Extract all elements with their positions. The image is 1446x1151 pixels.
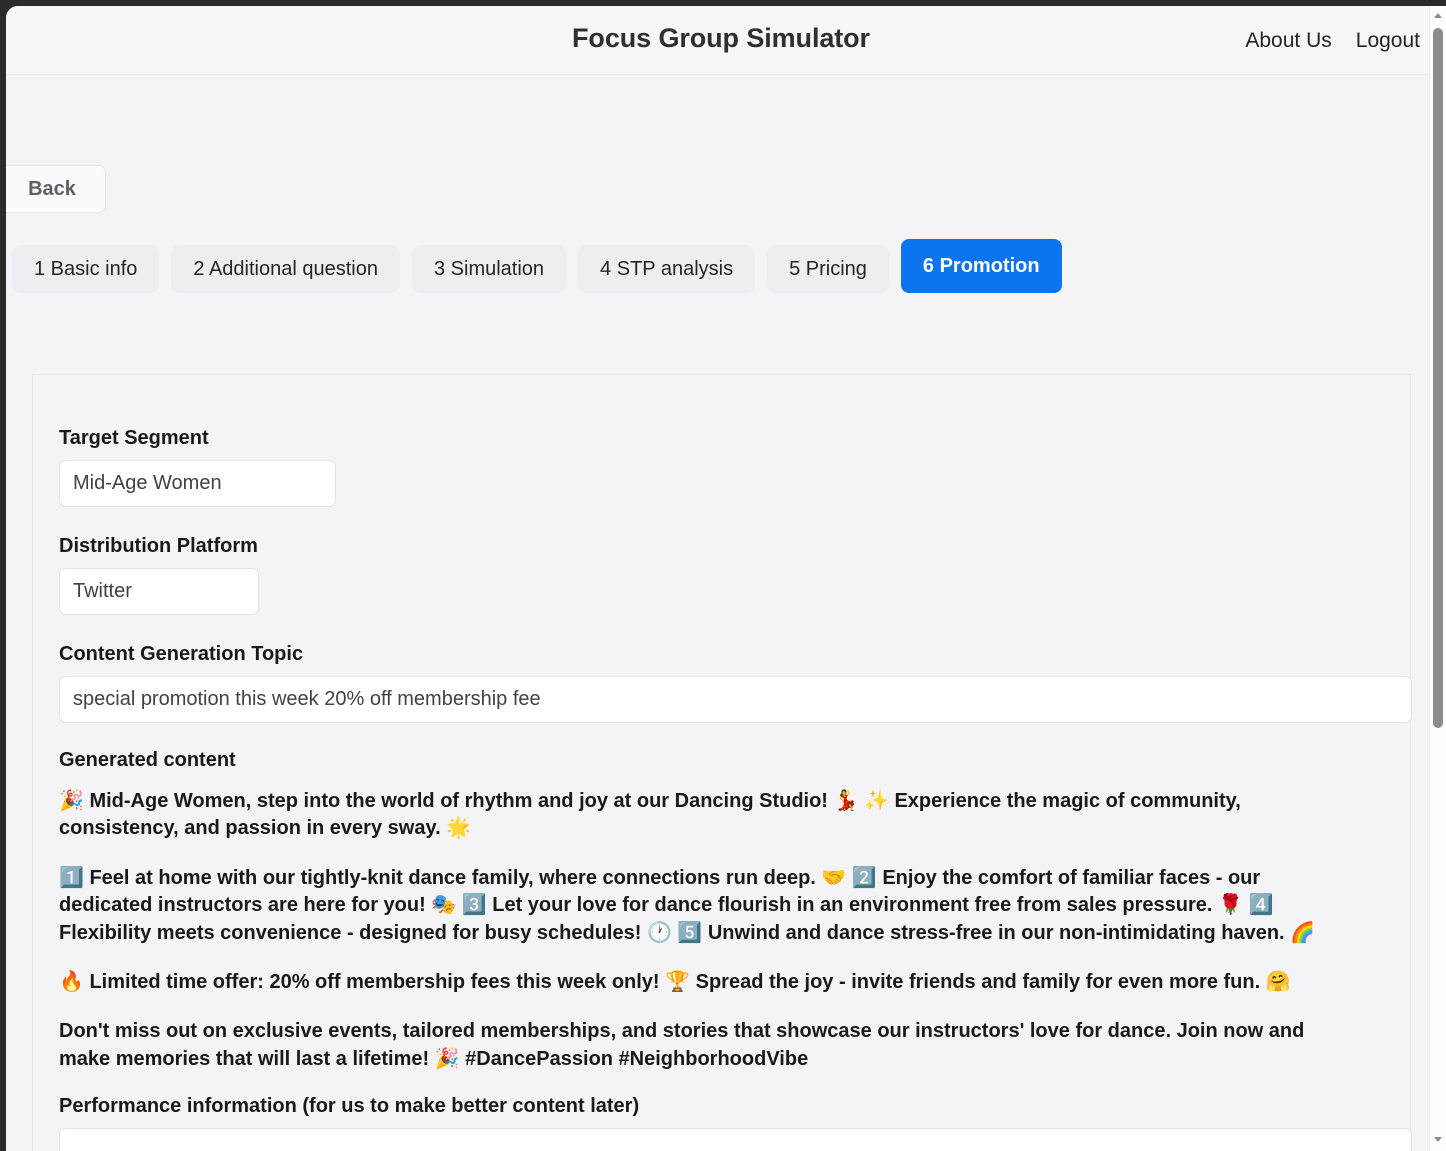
promotion-card: Target Segment Distribution Platform Con… xyxy=(32,374,1412,1151)
generated-content-paragraph: 1️⃣ Feel at home with our tightly-knit d… xyxy=(59,866,1316,944)
performance-information-input[interactable] xyxy=(59,1128,1412,1151)
distribution-platform-input[interactable] xyxy=(59,568,259,615)
step-tabs: 1 Basic info 2 Additional question 3 Sim… xyxy=(12,239,1062,293)
performance-information-label: Performance information (for us to make … xyxy=(59,1095,640,1118)
content-topic-input[interactable] xyxy=(59,676,1412,723)
tab-simulation[interactable]: 3 Simulation xyxy=(411,245,567,293)
tab-basic-info[interactable]: 1 Basic info xyxy=(12,245,160,293)
back-button[interactable]: Back xyxy=(6,165,106,213)
scrollbar-thumb[interactable] xyxy=(1433,28,1443,728)
app-title: Focus Group Simulator xyxy=(572,23,870,53)
nav-link-logout[interactable]: Logout xyxy=(1356,29,1420,53)
generated-content-paragraph: 🔥 Limited time offer: 20% off membership… xyxy=(59,970,1291,993)
generated-content-paragraph: 🎉 Mid-Age Women, step into the world of … xyxy=(59,790,1241,840)
distribution-platform-label: Distribution Platform xyxy=(59,535,258,557)
tab-promotion[interactable]: 6 Promotion xyxy=(900,239,1062,293)
generated-content-label: Generated content xyxy=(59,749,236,771)
page-content: Back 1 Basic info 2 Additional question … xyxy=(6,75,1436,1151)
generated-content-paragraph: Don't miss out on exclusive events, tail… xyxy=(59,1020,1305,1070)
content-topic-label: Content Generation Topic xyxy=(59,643,304,665)
tab-additional-question[interactable]: 2 Additional question xyxy=(171,245,400,293)
target-segment-input[interactable] xyxy=(59,460,336,507)
scroll-down-arrow-icon[interactable] xyxy=(1432,1133,1444,1145)
vertical-scrollbar[interactable] xyxy=(1429,6,1446,1151)
tab-pricing[interactable]: 5 Pricing xyxy=(767,245,889,293)
tab-stp-analysis[interactable]: 4 STP analysis xyxy=(578,245,756,293)
page-viewport: Focus Group Simulator About Us Logout Ba… xyxy=(6,6,1436,1151)
nav-link-about-us[interactable]: About Us xyxy=(1245,29,1331,53)
target-segment-label: Target Segment xyxy=(59,427,209,449)
navbar-links: About Us Logout xyxy=(1245,29,1420,53)
browser-window: Focus Group Simulator About Us Logout Ba… xyxy=(0,0,1446,1151)
top-navbar: Focus Group Simulator About Us Logout xyxy=(6,6,1436,75)
scroll-up-arrow-icon[interactable] xyxy=(1432,10,1444,22)
